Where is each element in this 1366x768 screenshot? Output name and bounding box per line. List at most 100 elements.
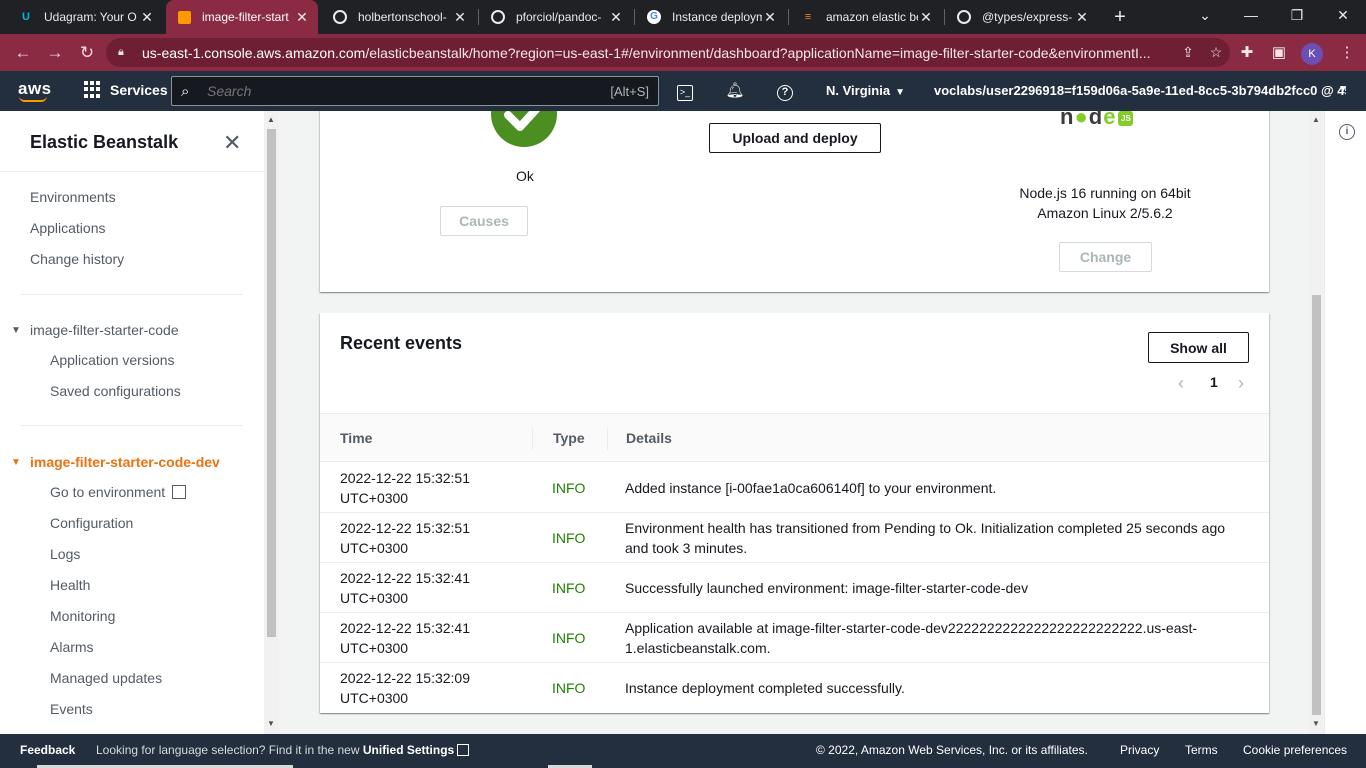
scroll-down-arrow-icon[interactable]: ▼ — [267, 719, 275, 728]
show-all-button[interactable]: Show all — [1148, 332, 1249, 363]
browser-tab[interactable]: holbertonschool- ✕ — [322, 0, 476, 34]
account-menu[interactable]: voclabs/user2296918=f159d06a-5a9e-11ed-8… — [934, 83, 1346, 98]
sidebar-item-configuration[interactable]: Configuration — [50, 515, 133, 531]
sidebar-item-application-versions[interactable]: Application versions — [50, 352, 175, 368]
url-text[interactable]: us-east-1.console.aws.amazon.com/elastic… — [142, 45, 1174, 61]
event-details: Application available at image-filter-st… — [625, 620, 1198, 656]
tab-label: pforciol/pandoc- — [516, 10, 602, 24]
close-window-button[interactable]: ✕ — [1320, 0, 1366, 34]
url-bar[interactable]: 🔒︎ us-east-1.console.aws.amazon.com/elas… — [106, 38, 1230, 67]
close-tab-icon[interactable]: ✕ — [608, 9, 624, 26]
close-tab-icon[interactable]: ✕ — [294, 9, 310, 26]
scrollbar-thumb[interactable] — [1312, 295, 1321, 715]
nodejs-logo: n●de JS — [1060, 111, 1134, 130]
minimize-button[interactable]: — — [1228, 0, 1274, 34]
sidebar-item-monitoring[interactable]: Monitoring — [50, 608, 115, 624]
sidebar-item-logs[interactable]: Logs — [50, 546, 80, 562]
tab-search-chevron-icon[interactable]: ⌄ — [1182, 0, 1228, 34]
event-type: INFO — [552, 630, 586, 646]
browser-tab-bar: U Udagram: Your O ✕ image-filter-start ✕… — [0, 0, 1366, 34]
back-button[interactable]: ← — [10, 40, 36, 66]
chevron-left-icon[interactable]: ‹ — [1178, 373, 1184, 394]
scrollbar-thumb[interactable] — [267, 129, 276, 637]
browser-menu-icon[interactable]: ⋮ — [1334, 40, 1360, 66]
browser-tab-active[interactable]: image-filter-start ✕ — [166, 0, 318, 34]
sidebar-item-saved-configurations[interactable]: Saved configurations — [50, 383, 181, 399]
close-tab-icon[interactable]: ✕ — [762, 9, 778, 26]
scroll-up-arrow-icon[interactable]: ▲ — [1312, 115, 1320, 124]
forward-button[interactable]: → — [42, 40, 68, 66]
sidebar-item-environments[interactable]: Environments — [30, 189, 116, 205]
event-type: INFO — [552, 580, 586, 596]
github-icon — [332, 9, 348, 25]
profile-avatar[interactable]: K — [1301, 43, 1323, 65]
browser-tab[interactable]: U Udagram: Your O ✕ — [8, 0, 163, 34]
cookie-preferences-link[interactable]: Cookie preferences — [1243, 743, 1347, 757]
upload-and-deploy-button[interactable]: Upload and deploy — [709, 123, 881, 153]
change-platform-button[interactable]: Change — [1059, 242, 1152, 272]
privacy-link[interactable]: Privacy — [1120, 743, 1159, 757]
sidebar-item-application[interactable]: image-filter-starter-code — [30, 322, 179, 338]
sidebar-item-managed-updates[interactable]: Managed updates — [50, 670, 162, 686]
sidebar-item-environment-active[interactable]: image-filter-starter-code-dev — [30, 454, 220, 470]
close-tab-icon[interactable]: ✕ — [139, 9, 155, 26]
terms-link[interactable]: Terms — [1185, 743, 1218, 757]
search-box[interactable]: ⌕ [Alt+S] — [171, 76, 659, 106]
search-input[interactable] — [207, 83, 611, 99]
event-type: INFO — [552, 480, 586, 496]
region-selector[interactable]: N. Virginia ▼ — [826, 83, 905, 98]
services-menu-button[interactable]: Services — [84, 81, 168, 98]
close-tab-icon[interactable]: ✕ — [1074, 9, 1090, 26]
lock-icon[interactable]: 🔒︎ — [118, 46, 132, 59]
table-row: 2022-12-22 15:32:51 UTC+0300 INFO Added i… — [320, 463, 1269, 513]
expand-triangle-icon[interactable]: ▼ — [11, 457, 21, 468]
recent-events-card: Recent events Show all ‹ 1 › Time Type D… — [320, 313, 1269, 713]
feedback-link[interactable]: Feedback — [20, 743, 75, 757]
close-tab-icon[interactable]: ✕ — [918, 9, 934, 26]
sidebar-item-health[interactable]: Health — [50, 577, 90, 593]
unified-settings-link[interactable]: Unified Settings — [363, 743, 454, 757]
console-footer: Feedback Looking for language selection?… — [0, 734, 1366, 768]
bookmark-star-icon[interactable]: ☆ — [1202, 44, 1230, 61]
notifications-bell-icon[interactable]: 🔔︎ — [724, 80, 746, 102]
aws-logo[interactable]: aws — [18, 79, 52, 102]
column-header-time[interactable]: Time — [340, 430, 372, 446]
help-icon[interactable]: ? — [774, 80, 796, 102]
column-header-type[interactable]: Type — [553, 430, 585, 446]
new-tab-button[interactable]: + — [1108, 5, 1132, 29]
caret-down-icon[interactable]: ▼ — [1338, 84, 1348, 95]
causes-button[interactable]: Causes — [440, 206, 528, 236]
sidebar-item-go-to-environment[interactable]: Go to environment — [50, 484, 187, 500]
events-table-header: Time Type Details — [320, 413, 1269, 462]
browser-tab[interactable]: G Instance deploym ✕ — [636, 0, 786, 34]
sidebar-item-alarms[interactable]: Alarms — [50, 639, 94, 655]
sidebar-scrollbar[interactable]: ▲ ▼ — [264, 111, 279, 734]
extensions-puzzle-icon[interactable]: ✚ — [1234, 40, 1260, 66]
tab-label: @types/express- — [982, 10, 1073, 24]
chevron-right-icon[interactable]: › — [1238, 373, 1244, 394]
share-icon[interactable]: ⇪ — [1174, 44, 1202, 61]
event-time: 2022-12-22 15:32:41 UTC+0300 — [340, 570, 470, 606]
expand-triangle-icon[interactable]: ▼ — [11, 325, 21, 336]
close-tab-icon[interactable]: ✕ — [452, 9, 468, 26]
column-header-details[interactable]: Details — [626, 430, 672, 446]
event-details: Added instance [i-00fae1a0ca606140f] to … — [625, 480, 997, 496]
scroll-down-arrow-icon[interactable]: ▼ — [1312, 719, 1320, 728]
reload-button[interactable]: ↻ — [74, 40, 100, 66]
sidebar-item-change-history[interactable]: Change history — [30, 251, 124, 267]
main-scrollbar[interactable]: ▲ ▼ — [1309, 111, 1324, 734]
cloudshell-icon[interactable]: >_ — [674, 80, 696, 102]
external-link-icon — [172, 485, 187, 499]
sidebar-item-events[interactable]: Events — [50, 701, 93, 717]
browser-tab[interactable]: pforciol/pandoc- ✕ — [480, 0, 632, 34]
language-hint: Looking for language selection? Find it … — [96, 743, 470, 757]
side-panel-icon[interactable]: ▣ — [1266, 40, 1292, 66]
browser-tab[interactable]: @types/express- ✕ — [946, 0, 1098, 34]
close-icon[interactable]: ✕ — [223, 130, 241, 156]
sidebar-item-applications[interactable]: Applications — [30, 220, 106, 236]
info-icon[interactable]: i — [1339, 124, 1355, 140]
scroll-up-arrow-icon[interactable]: ▲ — [267, 115, 275, 124]
pagination-page-number[interactable]: 1 — [1210, 374, 1218, 390]
restore-button[interactable]: ❐ — [1274, 0, 1320, 34]
browser-tab[interactable]: ≡ amazon elastic be ✕ — [790, 0, 942, 34]
